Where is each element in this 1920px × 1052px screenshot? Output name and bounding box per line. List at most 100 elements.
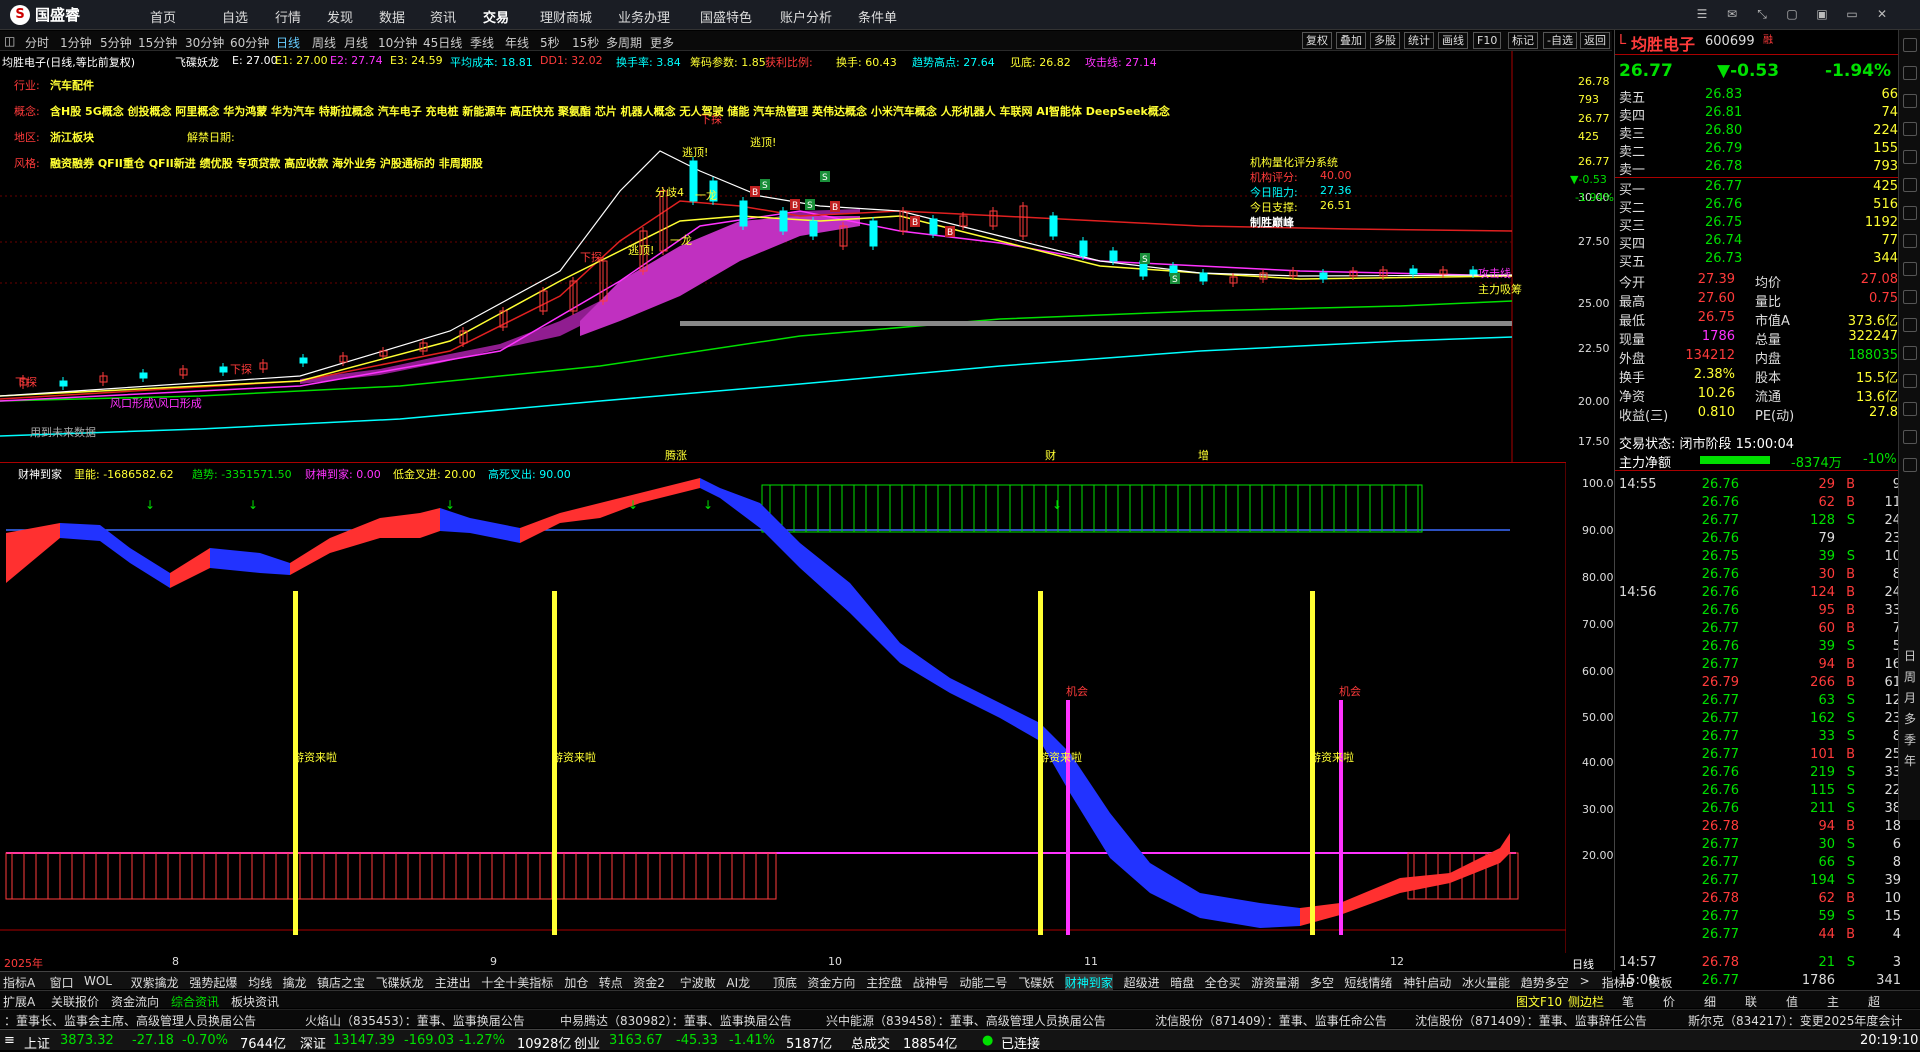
close-icon[interactable]: ✕ (1872, 5, 1892, 23)
news-item[interactable]: 兴中能源（839458）：董事、高级管理人员换届公告 (826, 1012, 1106, 1029)
indicator-tab[interactable]: 主控盘 (866, 974, 902, 991)
indicator-tab[interactable]: 窗口 (50, 974, 74, 991)
indicator-tab[interactable]: 指标A (3, 974, 35, 991)
kline-chart[interactable]: 下探 下探 下探 下探 逃顶! 逃顶! 逃顶! 一龙 一龙 分歧4 攻击线 主力吸筹 用到未来数据 风口形… (0, 51, 1614, 463)
side-period-tab[interactable]: 多 (1899, 708, 1920, 729)
side-tool-icon[interactable] (1903, 38, 1917, 52)
indicator-chart[interactable]: 游资来啦 游资来啦 游资来啦 游资来啦 机会 机会 ↓ ↓ ↓ ↓ ↓ ↓ 财神到家 里能: -1686… (0, 463, 1614, 971)
side-tool-icon[interactable] (1903, 234, 1917, 248)
indicator-tab[interactable]: 全仓买 (1205, 974, 1241, 991)
period-tab[interactable]: 30分钟 (185, 34, 224, 51)
indicator-tab[interactable]: 镇店之宝 (317, 974, 365, 991)
side-tool-icon[interactable] (1903, 402, 1917, 416)
news-tab[interactable]: 关联报价 (51, 993, 99, 1010)
side-bar-toggle[interactable]: 侧边栏 (1568, 993, 1604, 1010)
f10-tab[interactable]: 图文F10 (1516, 993, 1562, 1010)
side-period-tab[interactable]: 季 (1899, 729, 1920, 750)
indicator-tab[interactable]: 顶底 (773, 974, 797, 991)
restore-icon[interactable]: ▢ (1782, 5, 1802, 23)
side-period-tab[interactable]: 月 (1899, 687, 1920, 708)
indicator-tab[interactable]: 强势起爆 (189, 974, 237, 991)
indicator-tab[interactable]: 资金方向 (807, 974, 855, 991)
indicator-tab[interactable]: 短线情绪 (1344, 974, 1392, 991)
indicator-tab[interactable]: 冰火量能 (1462, 974, 1510, 991)
indicator-tab[interactable]: 超级进 (1124, 974, 1160, 991)
side-period-tab[interactable]: 周 (1899, 666, 1920, 687)
chart-tool-button[interactable]: -自选 (1543, 32, 1577, 49)
top-menu-item[interactable]: 数据 (379, 7, 405, 26)
indicator-tab[interactable]: 财神到家 (1064, 974, 1113, 991)
side-tool-icon[interactable] (1903, 94, 1917, 108)
chart-tool-button[interactable]: F10 (1473, 32, 1502, 49)
side-tool-icon[interactable] (1903, 66, 1917, 80)
period-tab[interactable]: 5分钟 (100, 34, 132, 51)
minimize-icon[interactable]: ▣ (1812, 5, 1832, 23)
side-period-tab[interactable]: 年 (1899, 750, 1920, 771)
market-menu-icon[interactable]: ≡ (4, 1033, 15, 1048)
top-menu-item[interactable]: 发现 (327, 7, 353, 26)
quote-bottom-tab[interactable]: 笔 (1622, 993, 1634, 1010)
chat-icon[interactable]: ✉ (1722, 5, 1742, 23)
side-tool-icon[interactable] (1903, 150, 1917, 164)
period-tab[interactable]: 季线 (470, 34, 494, 51)
side-period-tab[interactable]: 日 (1899, 645, 1920, 666)
period-tab[interactable]: 15秒 (572, 34, 599, 51)
news-item[interactable]: ：董事长、监事会主席、高级管理人员换届公告 (4, 1012, 256, 1029)
period-tab[interactable]: 10分钟 (378, 34, 417, 51)
period-tab[interactable]: 年线 (505, 34, 529, 51)
side-tool-icon[interactable] (1903, 122, 1917, 136)
indicator-tab[interactable]: 资金2 (633, 974, 665, 991)
side-tool-icon[interactable] (1903, 206, 1917, 220)
indicator-tab[interactable]: 多空 (1310, 974, 1334, 991)
indicator-tab[interactable]: 趋势多空 (1521, 974, 1569, 991)
indicator-tab[interactable]: 动能二号 (959, 974, 1007, 991)
period-tab[interactable]: 5秒 (540, 34, 560, 51)
message-icon[interactable]: ☰ (1692, 5, 1712, 23)
news-item[interactable]: 沈信股份（871409）：董事、监事辞任公告 (1415, 1012, 1647, 1029)
top-menu-item[interactable]: 交易 (483, 7, 509, 26)
news-item[interactable]: 沈信股份（871409）：董事、监事任命公告 (1155, 1012, 1387, 1029)
news-tab[interactable]: 扩展A (3, 993, 35, 1010)
indicator-tab[interactable]: 飞碟妖龙 (376, 974, 424, 991)
side-tool-icon[interactable] (1903, 290, 1917, 304)
quote-bottom-tab[interactable]: 主 (1827, 993, 1839, 1010)
chart-tool-button[interactable]: 标记 (1508, 32, 1538, 49)
news-item[interactable]: 中易腾达（830982）：董事、监事换届公告 (560, 1012, 792, 1029)
period-tab[interactable]: 1分钟 (60, 34, 92, 51)
period-tab[interactable]: 日线 (276, 34, 300, 51)
quote-bottom-tab[interactable]: 值 (1786, 993, 1798, 1010)
period-tab[interactable]: 周线 (312, 34, 336, 51)
top-menu-item[interactable]: 自选 (222, 7, 248, 26)
side-tool-icon[interactable] (1903, 430, 1917, 444)
side-tool-icon[interactable] (1903, 318, 1917, 332)
indicator-tab[interactable]: 暗盘 (1170, 974, 1194, 991)
side-tool-icon[interactable] (1903, 178, 1917, 192)
indicator-tab[interactable]: 战神号 (913, 974, 949, 991)
top-menu-item[interactable]: 账户分析 (780, 7, 832, 26)
indicator-tab[interactable]: 主进出 (435, 974, 471, 991)
quote-bottom-tab[interactable]: 联 (1745, 993, 1757, 1010)
chart-tool-button[interactable]: 画线 (1438, 32, 1468, 49)
news-item[interactable]: 火焰山（835453）：董事、监事换届公告 (305, 1012, 525, 1029)
indicator-tab[interactable]: AI龙 (726, 974, 750, 991)
indicator-tab[interactable]: 擒龙 (283, 974, 307, 991)
indicator-tab[interactable]: 飞碟妖 (1018, 974, 1054, 991)
quote-bottom-tab[interactable]: 细 (1704, 993, 1716, 1010)
period-tab[interactable]: 15分钟 (138, 34, 177, 51)
indicator-tab[interactable]: 游资量潮 (1251, 974, 1299, 991)
indicator-tab[interactable]: 模板 (1648, 974, 1672, 991)
indicator-tab[interactable]: WOL (84, 974, 112, 988)
side-tool-icon[interactable] (1903, 374, 1917, 388)
indicator-tab[interactable]: > (1580, 974, 1590, 988)
maximize-icon[interactable]: ▭ (1842, 5, 1862, 23)
top-menu-item[interactable]: 行情 (275, 7, 301, 26)
top-menu-item[interactable]: 国盛特色 (700, 7, 752, 26)
indicator-tab[interactable]: 指标B (1602, 974, 1634, 991)
side-tool-icon[interactable] (1903, 262, 1917, 276)
indicator-tab[interactable]: 宁波敢 (680, 974, 716, 991)
chart-tool-button[interactable]: 多股 (1370, 32, 1400, 49)
indicator-tab[interactable]: 加仓 (564, 974, 588, 991)
news-item[interactable]: 斯尔克（834217）：变更2025年度会计 (1688, 1012, 1902, 1029)
top-menu-item[interactable]: 首页 (150, 7, 176, 26)
top-menu-item[interactable]: 理财商城 (540, 7, 592, 26)
